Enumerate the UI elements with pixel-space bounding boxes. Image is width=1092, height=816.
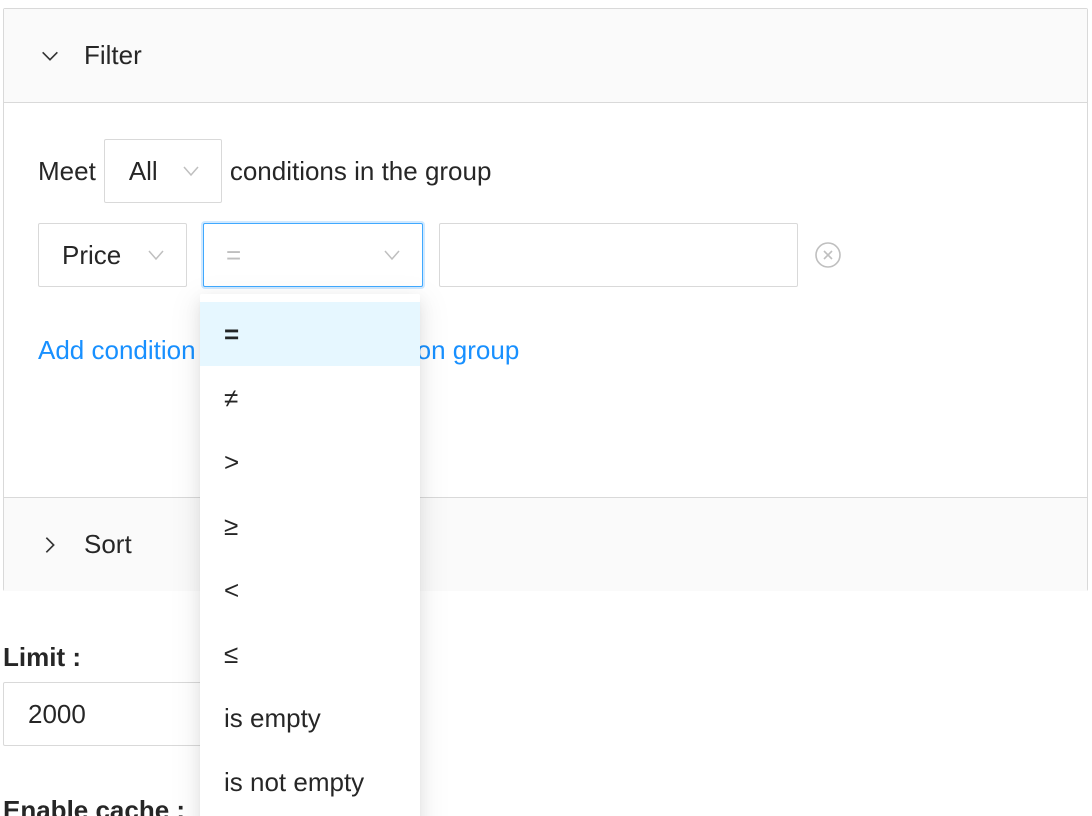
- query-builder: Filter Meet All conditions in the group …: [0, 0, 1092, 816]
- field-select-value: Price: [62, 239, 122, 270]
- operator-option[interactable]: >: [200, 430, 420, 494]
- conditions-label: conditions in the group: [229, 155, 492, 186]
- filter-panel-title: Filter: [84, 40, 142, 70]
- enable-cache-label: Enable cache :: [3, 795, 186, 816]
- operator-option[interactable]: ≠: [200, 366, 420, 430]
- operator-dropdown: = ≠ > ≥ < ≤ is empty is not empty: [200, 294, 420, 816]
- operator-placeholder: =: [226, 239, 242, 270]
- limit-label: Limit :: [3, 642, 81, 672]
- match-type-select[interactable]: All: [103, 139, 222, 203]
- condition-value-input[interactable]: [439, 223, 798, 287]
- sort-panel-title: Sort: [84, 529, 132, 559]
- close-circle-icon[interactable]: [814, 241, 842, 269]
- add-condition-link[interactable]: Add condition: [38, 335, 196, 366]
- operator-option[interactable]: ≤: [200, 622, 420, 686]
- operator-option[interactable]: <: [200, 558, 420, 622]
- chevron-down-icon: [181, 161, 201, 181]
- chevron-down-icon: [382, 245, 402, 265]
- collapse-panels: Filter Meet All conditions in the group …: [3, 8, 1088, 591]
- operator-select[interactable]: =: [203, 223, 423, 287]
- chevron-down-icon: [146, 245, 166, 265]
- match-type-value: All: [128, 155, 158, 186]
- sort-panel-header[interactable]: Sort: [4, 497, 1087, 591]
- operator-option[interactable]: is not empty: [200, 750, 420, 814]
- operator-option[interactable]: =: [200, 302, 420, 366]
- limit-value: 2000: [28, 698, 86, 729]
- chevron-right-icon: [38, 533, 62, 557]
- chevron-down-icon: [38, 44, 62, 68]
- filter-panel-header[interactable]: Filter: [4, 9, 1087, 103]
- filter-panel-content: Meet All conditions in the group Price =…: [4, 103, 1087, 497]
- operator-option[interactable]: is empty: [200, 686, 420, 750]
- operator-option[interactable]: ≥: [200, 494, 420, 558]
- field-select[interactable]: Price: [38, 223, 187, 287]
- group-match-line: Meet All conditions in the group: [38, 139, 491, 203]
- meet-label: Meet: [38, 155, 96, 186]
